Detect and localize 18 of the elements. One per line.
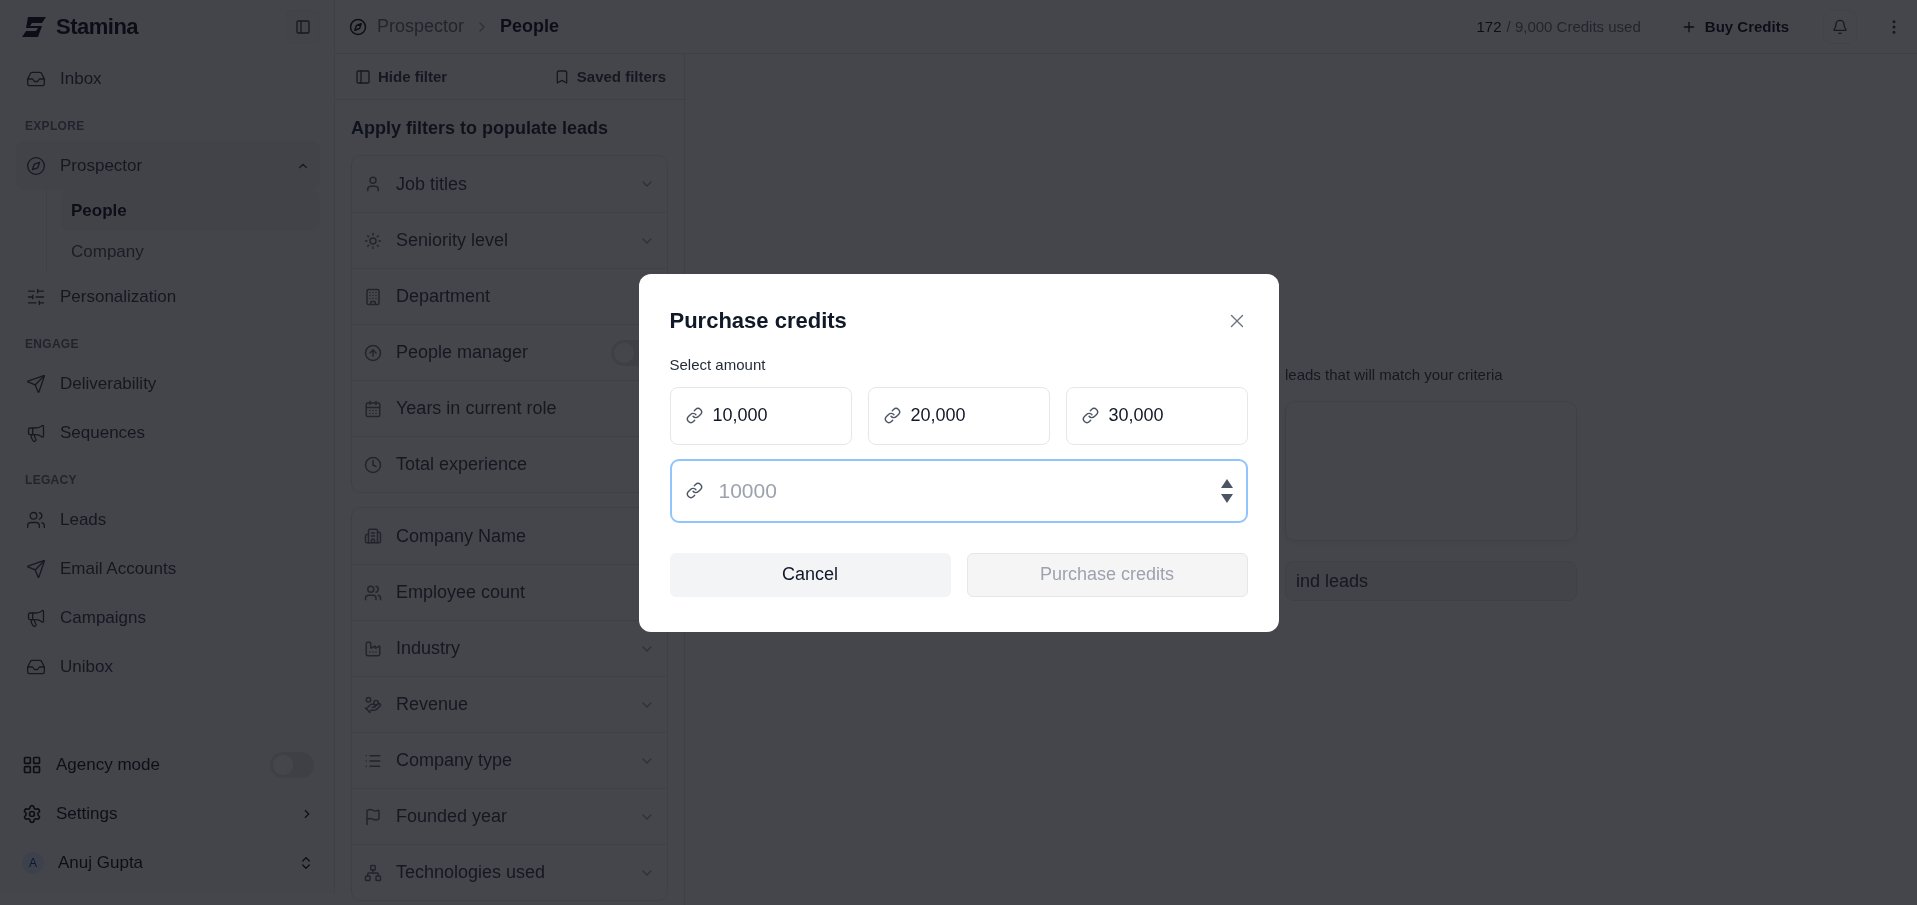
cancel-button[interactable]: Cancel <box>669 552 951 597</box>
amount-option[interactable]: 20,000 <box>867 386 1050 445</box>
amount-option[interactable]: 10,000 <box>669 386 852 445</box>
link-icon <box>685 407 703 424</box>
brand-name: Stamina <box>56 14 139 40</box>
custom-amount-field[interactable]: 10000 <box>669 458 1248 523</box>
settings-link[interactable]: Settings <box>56 803 118 824</box>
agency-mode-label: Agency mode <box>56 754 160 775</box>
dialog-title: Purchase credits <box>669 307 847 334</box>
user-name[interactable]: Anuj Gupta <box>58 852 144 873</box>
link-icon <box>1081 407 1099 424</box>
credits-used-count: 172 <box>1476 18 1502 35</box>
breadcrumb-item[interactable]: People <box>500 16 560 37</box>
amount-option[interactable]: 30,000 <box>1065 386 1248 445</box>
custom-amount-input[interactable]: 10000 <box>716 477 1206 504</box>
select-amount-label: Select amount <box>669 355 767 373</box>
link-icon <box>883 407 901 424</box>
link-icon <box>685 482 703 499</box>
